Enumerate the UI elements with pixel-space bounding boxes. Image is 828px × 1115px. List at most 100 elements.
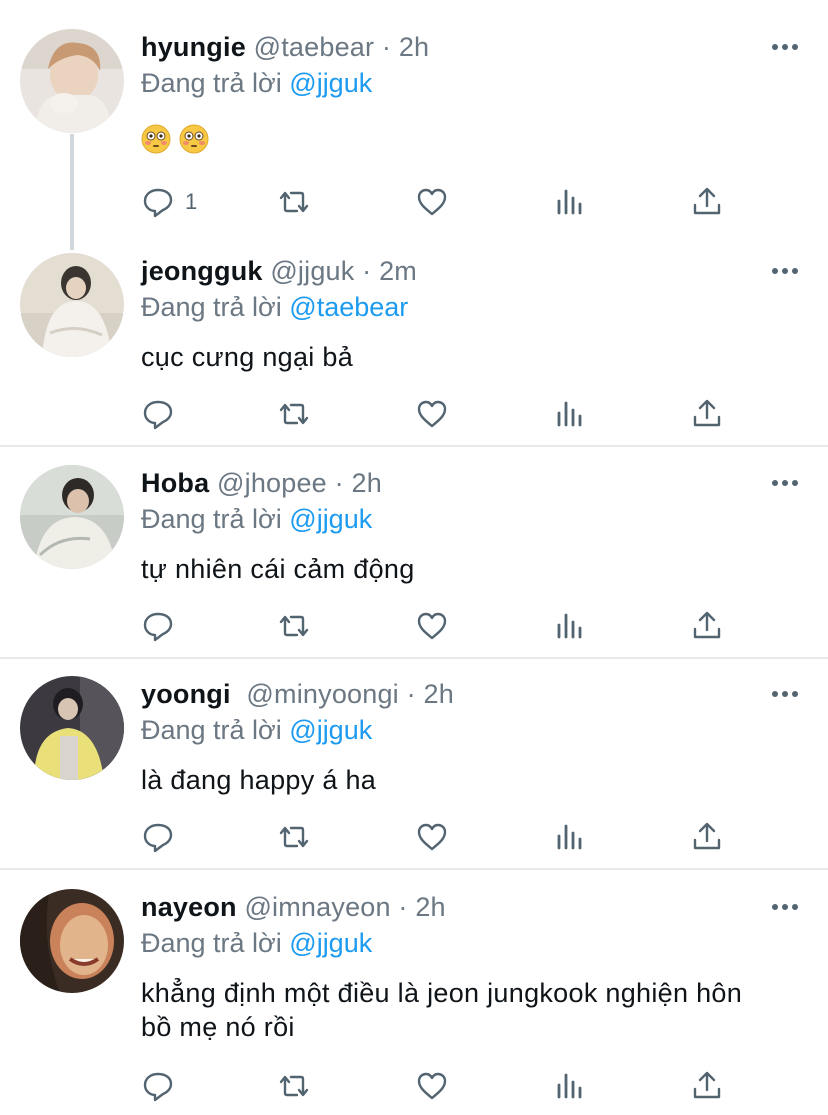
more-options-icon[interactable] <box>770 900 800 914</box>
display-name[interactable]: yoongi <box>141 679 231 709</box>
tweet-header: yoongi @minyoongi · 2h <box>141 677 454 711</box>
separator-dot: · <box>398 892 408 922</box>
mention-link[interactable]: @jjguk <box>289 68 372 98</box>
like-button[interactable] <box>415 606 449 646</box>
retweet-button[interactable] <box>277 1066 311 1106</box>
tweet-header: Hoba @jhopee · 2h <box>141 466 382 500</box>
avatar-image <box>20 676 124 780</box>
analytics-button[interactable] <box>553 1066 587 1106</box>
reply-button[interactable] <box>141 394 185 434</box>
share-button[interactable] <box>690 606 724 646</box>
replying-to: Đang trả lời @jjguk <box>141 713 372 747</box>
analytics-button[interactable] <box>553 182 587 222</box>
replying-to-label: Đang trả lời <box>141 504 282 534</box>
mention-link[interactable]: @jjguk <box>289 928 372 958</box>
mention-link[interactable]: @jjguk <box>289 715 372 745</box>
like-button[interactable] <box>415 394 449 434</box>
divider <box>0 868 828 870</box>
share-button[interactable] <box>690 394 724 434</box>
action-bar <box>0 1066 828 1106</box>
tweet-text: là đang happy á ha <box>141 765 377 795</box>
timestamp[interactable]: 2h <box>415 892 445 922</box>
analytics-button[interactable] <box>553 606 587 646</box>
replying-to-label: Đang trả lời <box>141 715 282 745</box>
more-options-icon[interactable] <box>770 687 800 701</box>
heart-icon <box>417 612 447 640</box>
retweet-icon <box>279 826 309 848</box>
tweet-header: nayeon @imnayeon · 2h <box>141 890 446 924</box>
avatar[interactable] <box>20 465 124 569</box>
replying-to: Đang trả lời @jjguk <box>141 502 372 536</box>
share-icon <box>693 399 721 427</box>
user-handle[interactable]: @jhopee <box>217 468 327 498</box>
reply-button[interactable] <box>141 606 185 646</box>
avatar-image <box>20 465 124 569</box>
like-button[interactable] <box>415 1066 449 1106</box>
flushed-face-emoji <box>179 124 209 154</box>
avatar-image <box>20 889 124 993</box>
separator-dot: · <box>362 256 372 286</box>
heart-icon <box>417 1072 447 1100</box>
action-bar <box>0 394 828 434</box>
replying-to: Đang trả lời @jjguk <box>141 926 372 960</box>
avatar[interactable] <box>20 29 124 133</box>
more-options-icon[interactable] <box>770 40 800 54</box>
analytics-button[interactable] <box>553 817 587 857</box>
display-name[interactable]: Hoba <box>141 468 209 498</box>
more-options-icon[interactable] <box>770 264 800 278</box>
reply-button[interactable] <box>141 817 185 857</box>
timestamp[interactable]: 2h <box>399 32 429 62</box>
retweet-icon <box>279 615 309 637</box>
tweet[interactable]: yoongi @minyoongi · 2h Đang trả lời @jjg… <box>0 673 828 863</box>
tweet-text: cục cưng ngại bả <box>141 342 354 372</box>
display-name[interactable]: jeongguk <box>141 256 263 286</box>
mention-link[interactable]: @taebear <box>289 292 408 322</box>
divider <box>0 445 828 447</box>
reply-icon <box>143 400 173 430</box>
retweet-icon <box>279 191 309 213</box>
display-name[interactable]: hyungie <box>141 32 246 62</box>
share-icon <box>693 611 721 639</box>
like-button[interactable] <box>415 817 449 857</box>
analytics-icon <box>557 401 582 427</box>
avatar[interactable] <box>20 253 124 357</box>
user-handle[interactable]: @jjguk <box>270 256 354 286</box>
mention-link[interactable]: @jjguk <box>289 504 372 534</box>
retweet-button[interactable] <box>277 606 311 646</box>
avatar[interactable] <box>20 889 124 993</box>
user-handle[interactable]: @taebear <box>254 32 375 62</box>
timestamp[interactable]: 2h <box>352 468 382 498</box>
tweet-text: tự nhiên cái cảm động <box>141 554 415 584</box>
tweet[interactable]: hyungie @taebear · 2h Đang trả lời @jjgu… <box>0 26 828 226</box>
share-button[interactable] <box>690 182 724 222</box>
user-handle[interactable]: @imnayeon <box>244 892 390 922</box>
heart-icon <box>417 823 447 851</box>
like-button[interactable] <box>415 182 449 222</box>
reply-icon <box>143 823 173 853</box>
retweet-button[interactable] <box>277 817 311 857</box>
timestamp[interactable]: 2h <box>424 679 454 709</box>
analytics-icon <box>557 613 582 639</box>
avatar-image <box>20 253 124 357</box>
reply-button[interactable]: 1 <box>141 182 197 222</box>
retweet-button[interactable] <box>277 182 311 222</box>
retweet-icon <box>279 403 309 425</box>
retweet-button[interactable] <box>277 394 311 434</box>
separator-dot: · <box>334 468 344 498</box>
tweet[interactable]: jeongguk @jjguk · 2m Đang trả lời @taebe… <box>0 250 828 440</box>
separator-dot: · <box>406 679 416 709</box>
replying-to-label: Đang trả lời <box>141 928 282 958</box>
share-button[interactable] <box>690 817 724 857</box>
share-icon <box>693 187 721 215</box>
timestamp[interactable]: 2m <box>379 256 417 286</box>
tweet[interactable]: nayeon @imnayeon · 2h Đang trả lời @jjgu… <box>0 886 828 1115</box>
reply-button[interactable] <box>141 1066 185 1106</box>
display-name[interactable]: nayeon <box>141 892 237 922</box>
avatar[interactable] <box>20 676 124 780</box>
reply-icon <box>143 188 173 218</box>
user-handle[interactable]: @minyoongi <box>246 679 398 709</box>
analytics-button[interactable] <box>553 394 587 434</box>
more-options-icon[interactable] <box>770 476 800 490</box>
share-button[interactable] <box>690 1066 724 1106</box>
tweet[interactable]: Hoba @jhopee · 2h Đang trả lời @jjguk tự… <box>0 462 828 652</box>
